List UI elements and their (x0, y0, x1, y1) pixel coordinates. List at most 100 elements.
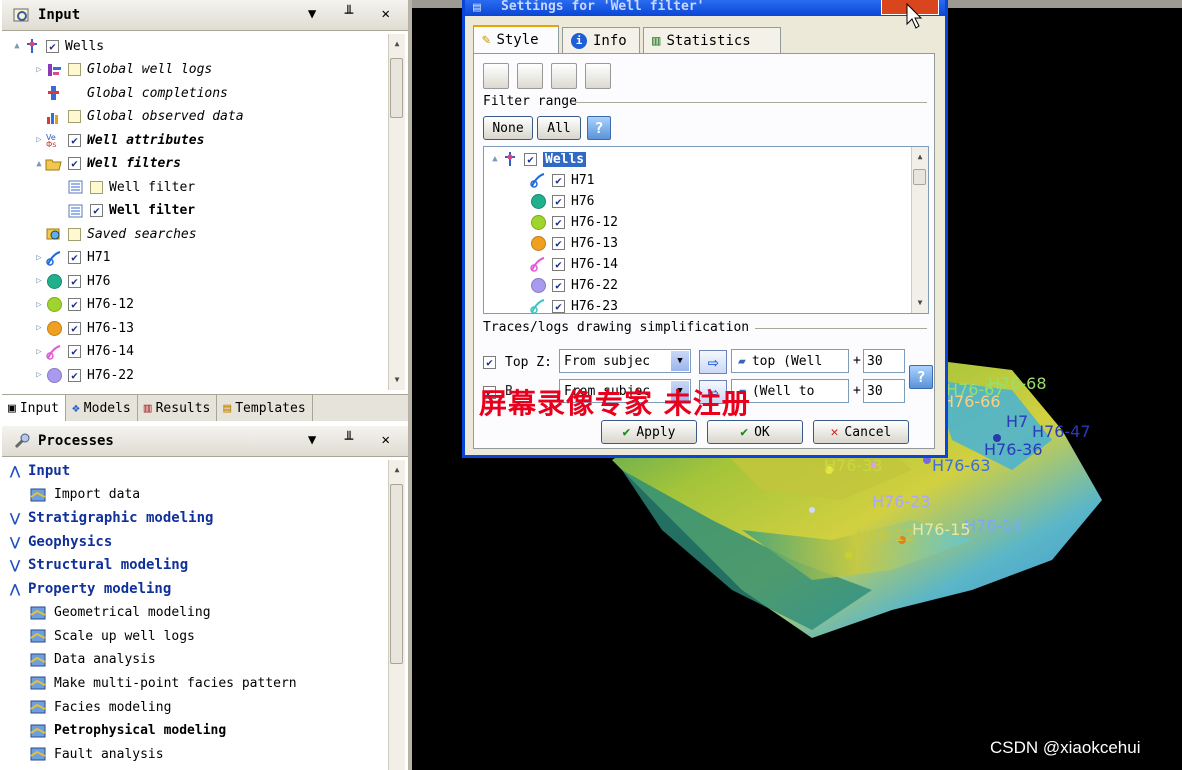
filter-tree-checkbox[interactable] (552, 257, 565, 271)
tree-item[interactable]: ▷ H71 (34, 247, 110, 269)
help-button[interactable]: ? (587, 116, 611, 140)
tree-item[interactable]: Well filter (56, 176, 195, 198)
filter-tree-checkbox[interactable] (552, 278, 565, 292)
processes-panel-controls[interactable]: ▼ ╨ ✕ (308, 432, 400, 448)
tree-checkbox[interactable] (68, 110, 81, 123)
process-item[interactable]: Fault analysis (28, 743, 164, 765)
tree-checkbox[interactable] (90, 180, 103, 194)
panel-controls[interactable]: ▼ ╨ ✕ (308, 6, 400, 22)
process-category[interactable]: ⋀ Input (8, 460, 70, 482)
top-z-combo[interactable]: From subjec ▼ (559, 349, 691, 373)
filter-tree-checkbox[interactable] (552, 194, 565, 208)
filter-tree-item[interactable]: H76-22 (528, 274, 618, 296)
process-item[interactable]: Facies modeling (28, 696, 171, 718)
processes-scroll-thumb[interactable] (390, 484, 403, 664)
tree-item[interactable]: ▷ Global well logs (34, 59, 212, 81)
expand-toggle[interactable]: ▷ (34, 253, 44, 263)
tree-checkbox[interactable] (68, 298, 81, 311)
filter-tree-checkbox[interactable] (552, 215, 565, 229)
tree-item[interactable]: Saved searches (34, 223, 197, 245)
filter-tree-checkbox[interactable] (552, 173, 565, 187)
tree-item[interactable]: ▷ H76 (34, 270, 110, 292)
tree-checkbox[interactable] (68, 133, 81, 147)
processes-scrollbar[interactable]: ▲ (388, 460, 405, 770)
process-item[interactable]: Import data (28, 484, 140, 506)
process-item[interactable]: Petrophysical modeling (28, 720, 226, 742)
expand-toggle[interactable]: ▷ (34, 276, 44, 286)
filter-tree-item[interactable]: H76-23 (528, 295, 618, 313)
dialog-titlebar[interactable]: ▤ Settings for 'Well filter' (465, 0, 945, 29)
filter-tree-item[interactable]: H76 (528, 190, 594, 212)
expand-toggle[interactable]: ▲ (490, 154, 500, 164)
tree-item[interactable]: ▷ H76-22 (34, 364, 134, 386)
filter-tree-item[interactable]: H76-12 (528, 211, 618, 233)
tab-style[interactable]: ✎ Style (473, 25, 559, 53)
paste-settings-button[interactable] (551, 63, 577, 89)
tree-checkbox[interactable] (68, 227, 81, 241)
tree-item[interactable]: Global observed data (34, 106, 244, 128)
tree-item[interactable]: ▷ H76-12 (34, 294, 134, 316)
new-page-button[interactable] (483, 63, 509, 89)
filter-tree-item[interactable]: H76-13 (528, 232, 618, 254)
filter-tree-item[interactable]: H76-14 (528, 253, 618, 275)
expand-toggle[interactable]: ▷ (34, 135, 44, 145)
top-z-checkbox[interactable] (483, 356, 496, 369)
tree-checkbox[interactable] (46, 39, 59, 53)
expand-chevron-icon[interactable]: ⋁ (8, 558, 22, 572)
collapse-chevron-icon[interactable]: ⋀ (8, 464, 22, 478)
tree-item[interactable]: Global completions (34, 82, 228, 104)
tab-input[interactable]: ▣ Input (2, 395, 66, 421)
filter-scroll-up[interactable]: ▲ (912, 149, 928, 165)
tree-item[interactable]: ▷ H76-13 (34, 317, 134, 339)
tab-statistics[interactable]: ▥ Statistics (643, 27, 781, 53)
tab-templates[interactable]: ▤ Templates (217, 395, 313, 421)
bottom-z-offset-input[interactable]: 30 (863, 379, 905, 403)
input-tree-scrollbar[interactable]: ▲ ▼ (388, 34, 405, 390)
process-category[interactable]: ⋀ Property modeling (8, 578, 171, 600)
expand-toggle[interactable]: ▲ (12, 41, 22, 51)
ok-button[interactable]: ✔ OK (707, 420, 803, 444)
process-item[interactable]: Geometrical modeling (28, 602, 211, 624)
all-button[interactable]: All (537, 116, 581, 140)
scroll-thumb[interactable] (390, 58, 403, 118)
expand-toggle[interactable]: ▷ (34, 300, 44, 310)
tree-checkbox[interactable] (90, 204, 103, 217)
expand-toggle[interactable]: ▷ (34, 323, 44, 333)
tab-models[interactable]: ❖ Models (66, 395, 138, 421)
filter-tree-checkbox[interactable] (552, 236, 565, 250)
tab-results[interactable]: ▥ Results (138, 395, 218, 421)
tree-checkbox[interactable] (68, 63, 81, 76)
tree-checkbox[interactable] (68, 251, 81, 264)
expand-toggle[interactable]: ▷ (34, 347, 44, 357)
filter-tree-item[interactable]: H71 (528, 169, 594, 191)
tree-checkbox[interactable] (68, 274, 81, 288)
top-z-pick-arrow-button[interactable]: ⇨ (699, 350, 727, 374)
top-z-target[interactable]: ▰ top (Well (731, 349, 849, 373)
tree-item[interactable]: Well filter (56, 200, 195, 222)
tab-info[interactable]: i Info (562, 27, 640, 53)
scroll-up-arrow[interactable]: ▲ (389, 36, 405, 52)
tree-checkbox[interactable] (68, 321, 81, 335)
tree-checkbox[interactable] (68, 368, 81, 382)
combo-dropdown-arrow[interactable]: ▼ (671, 351, 689, 371)
tree-checkbox[interactable] (68, 157, 81, 170)
top-z-offset-input[interactable]: 30 (863, 349, 905, 373)
process-item[interactable]: Data analysis (28, 649, 156, 671)
scroll-down-arrow[interactable]: ▼ (389, 372, 405, 388)
tree-item[interactable]: ▷ H76-14 (34, 341, 134, 363)
collapse-chevron-icon[interactable]: ⋀ (8, 582, 22, 596)
tree-item[interactable]: ▲ Wells (12, 35, 104, 57)
reset-settings-button[interactable] (585, 63, 611, 89)
expand-chevron-icon[interactable]: ⋁ (8, 535, 22, 549)
processes-scroll-up-arrow[interactable]: ▲ (389, 462, 405, 478)
expand-toggle[interactable]: ▷ (34, 370, 44, 380)
process-item[interactable]: Scale up well logs (28, 625, 195, 647)
filter-tree-item[interactable]: ▲ Wells (490, 148, 587, 170)
expand-toggle[interactable]: ▷ (34, 65, 44, 75)
filter-scroll-thumb[interactable] (913, 169, 926, 185)
process-category[interactable]: ⋁ Stratigraphic modeling (8, 507, 213, 529)
filter-tree-checkbox[interactable] (524, 152, 537, 166)
filter-tree-scrollbar[interactable]: ▲ ▼ (911, 147, 928, 313)
apply-button[interactable]: ✔ Apply (601, 420, 697, 444)
none-button[interactable]: None (483, 116, 533, 140)
